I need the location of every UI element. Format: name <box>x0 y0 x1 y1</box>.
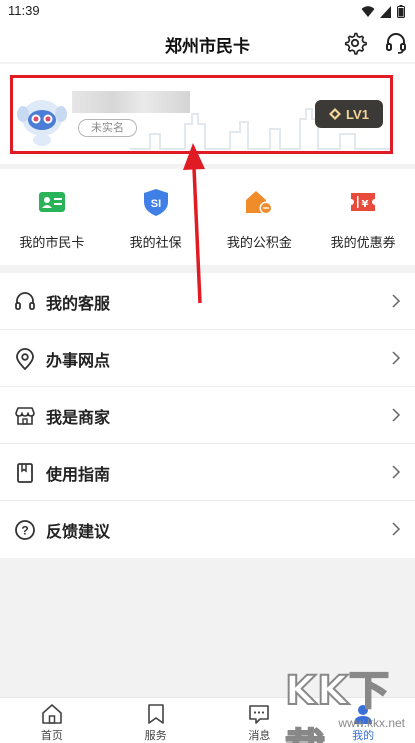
menu-item-user-guide[interactable]: 使用指南 <box>0 444 415 501</box>
status-time: 11:39 <box>8 3 40 18</box>
menu-label: 办事网点 <box>46 353 111 370</box>
quick-label: 我的社保 <box>129 235 182 250</box>
bookmark-icon <box>147 704 164 724</box>
tab-home[interactable]: 首页 <box>0 698 104 743</box>
top-header: 郑州市民卡 <box>0 24 415 62</box>
level-text: LV1 <box>346 106 369 122</box>
svg-text:¥: ¥ <box>362 199 369 210</box>
tab-label: 我的 <box>352 730 375 742</box>
bottom-tab-bar: 首页 服务 消息 我的 <box>0 697 415 743</box>
chevron-right-icon <box>392 294 401 308</box>
quick-item-coupon[interactable]: ¥ 我的优惠券 <box>311 169 415 265</box>
avatar[interactable] <box>14 92 70 148</box>
signal-icon <box>380 5 391 18</box>
question-icon: ? <box>15 520 35 540</box>
realname-status-badge[interactable]: 未实名 <box>78 119 137 137</box>
chevron-right-icon <box>392 351 401 365</box>
chevron-right-icon <box>392 522 401 536</box>
menu-label: 反馈建议 <box>46 524 111 541</box>
message-icon <box>249 705 270 724</box>
quick-actions: 我的市民卡 SI 我的社保 我的公积金 ¥ 我的优惠券 <box>0 169 415 265</box>
status-icons <box>361 5 405 18</box>
gear-icon[interactable] <box>343 31 367 55</box>
social-security-icon: SI <box>143 189 168 216</box>
coupon-icon: ¥ <box>351 193 376 211</box>
quick-item-citizen-card[interactable]: 我的市民卡 <box>0 169 104 265</box>
headset-icon[interactable] <box>384 31 408 55</box>
level-diamond-icon <box>329 108 342 120</box>
quick-label: 我的市民卡 <box>19 235 85 250</box>
quick-label: 我的公积金 <box>226 235 292 250</box>
tab-services[interactable]: 服务 <box>104 698 208 743</box>
tab-label: 消息 <box>248 730 271 742</box>
menu-item-feedback[interactable]: ? 反馈建议 <box>0 501 415 558</box>
menu-label: 我是商家 <box>46 410 111 427</box>
menu-list: 我的客服 办事网点 我是商家 使用指南 ? 反馈建议 <box>0 273 415 558</box>
username-redacted <box>72 91 190 113</box>
menu-label: 我的客服 <box>46 296 111 313</box>
headset-icon <box>15 292 35 310</box>
menu-item-merchant[interactable]: 我是商家 <box>0 387 415 444</box>
menu-item-customer-service[interactable]: 我的客服 <box>0 273 415 330</box>
quick-item-housing-fund[interactable]: 我的公积金 <box>208 169 312 265</box>
tab-mine[interactable]: 我的 <box>311 698 415 743</box>
user-icon <box>354 705 373 724</box>
housing-fund-icon <box>246 191 273 215</box>
battery-icon <box>397 5 405 18</box>
location-pin-icon <box>16 348 34 370</box>
status-bar: 11:39 <box>0 0 415 24</box>
menu-label: 使用指南 <box>46 467 111 484</box>
tab-messages[interactable]: 消息 <box>208 698 312 743</box>
quick-item-social-security[interactable]: SI 我的社保 <box>104 169 208 265</box>
profile-card[interactable]: 未实名 LV1 <box>0 64 415 164</box>
home-icon <box>42 704 62 724</box>
menu-item-service-points[interactable]: 办事网点 <box>0 330 415 387</box>
chevron-right-icon <box>392 465 401 479</box>
tab-label: 服务 <box>144 730 167 742</box>
level-badge[interactable]: LV1 <box>315 100 383 128</box>
svg-text:SI: SI <box>150 198 160 210</box>
wifi-icon <box>361 5 375 17</box>
quick-label: 我的优惠券 <box>330 235 396 250</box>
store-icon <box>15 407 35 425</box>
book-icon <box>17 463 33 483</box>
citizen-card-icon <box>38 192 65 212</box>
tab-label: 首页 <box>40 730 63 742</box>
chevron-right-icon <box>392 408 401 422</box>
svg-text:?: ? <box>21 524 28 538</box>
